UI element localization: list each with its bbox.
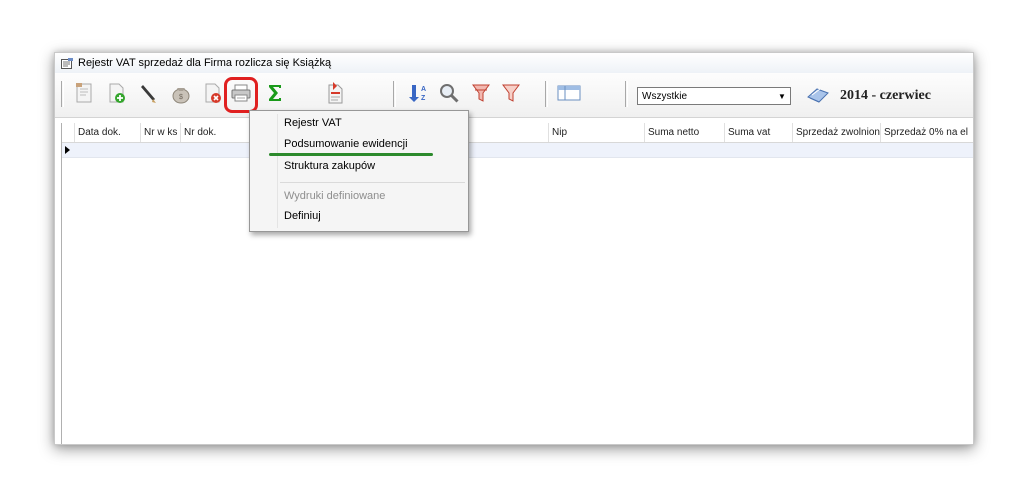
export-document-icon[interactable] xyxy=(321,79,349,107)
menu-separator xyxy=(280,182,465,183)
edit-document-icon[interactable] xyxy=(71,79,99,107)
column-header-date[interactable]: Data dok. xyxy=(74,123,140,142)
column-header-zero-rate-sales[interactable]: Sprzedaż 0% na el xyxy=(880,123,973,142)
column-header-net-sum[interactable]: Suma netto xyxy=(644,123,724,142)
sigma-sum-icon[interactable] xyxy=(261,79,289,107)
column-header-exempt-sales[interactable]: Sprzedaż zwolnion xyxy=(792,123,880,142)
calendar-book-icon[interactable] xyxy=(805,85,831,107)
toolbar: $ AZ Wszystkie ▼ 2014 - czerwiec xyxy=(55,73,973,118)
column-header-book-number[interactable]: Nr w ks xyxy=(140,123,180,142)
add-document-icon[interactable] xyxy=(103,79,131,107)
money-bag-icon[interactable]: $ xyxy=(167,79,195,107)
column-header-vat-sum[interactable]: Suma vat xyxy=(724,123,792,142)
filter-icon[interactable] xyxy=(467,79,495,107)
menu-item-records-summary[interactable]: Podsumowanie ewidencji xyxy=(284,135,408,153)
table-row[interactable] xyxy=(62,143,973,158)
filter-select-value: Wszystkie xyxy=(642,90,687,102)
vat-records-grid[interactable]: Data dok. Nr w ks Nr dok. Nip Suma netto… xyxy=(61,123,973,444)
print-dropdown-menu: Rejestr VAT Podsumowanie ewidencji Struk… xyxy=(249,110,469,232)
toolbar-grip xyxy=(61,81,64,107)
svg-text:A: A xyxy=(421,86,426,93)
filter-clear-icon[interactable] xyxy=(497,79,525,107)
columns-icon[interactable] xyxy=(555,79,583,107)
vat-register-window: Rejestr VAT sprzedaż dla Firma rozlicza … xyxy=(54,52,974,445)
column-header-doc-number[interactable]: Nr dok. xyxy=(180,123,250,142)
menu-item-define[interactable]: Definiuj xyxy=(284,207,321,225)
grid-header: Data dok. Nr w ks Nr dok. Nip Suma netto… xyxy=(62,123,973,143)
printer-button-highlight xyxy=(224,77,258,113)
sort-az-icon[interactable]: AZ xyxy=(403,79,431,107)
svg-text:$: $ xyxy=(179,94,183,101)
menu-item-vat-register[interactable]: Rejestr VAT xyxy=(284,114,342,132)
edit-pen-icon[interactable] xyxy=(135,79,163,107)
register-icon xyxy=(61,57,73,69)
svg-text:Z: Z xyxy=(421,95,426,102)
document-filter-select[interactable]: Wszystkie ▼ xyxy=(637,87,791,105)
green-underline-annotation xyxy=(269,153,433,156)
chevron-down-icon[interactable]: ▼ xyxy=(774,88,790,104)
period-label: 2014 - czerwiec xyxy=(840,88,931,103)
menu-item-defined-printouts: Wydruki definiowane xyxy=(284,190,386,202)
current-row-indicator-icon xyxy=(65,146,70,154)
column-header-nip[interactable]: Nip xyxy=(548,123,644,142)
toolbar-separator xyxy=(393,81,396,107)
toolbar-separator xyxy=(625,81,628,107)
delete-document-icon[interactable] xyxy=(199,79,227,107)
menu-gutter xyxy=(277,114,278,228)
toolbar-separator xyxy=(545,81,548,107)
menu-item-purchase-structure[interactable]: Struktura zakupów xyxy=(284,157,375,175)
window-title: Rejestr VAT sprzedaż dla Firma rozlicza … xyxy=(78,57,332,69)
magnifier-icon[interactable] xyxy=(435,79,463,107)
title-bar: Rejestr VAT sprzedaż dla Firma rozlicza … xyxy=(55,53,973,73)
